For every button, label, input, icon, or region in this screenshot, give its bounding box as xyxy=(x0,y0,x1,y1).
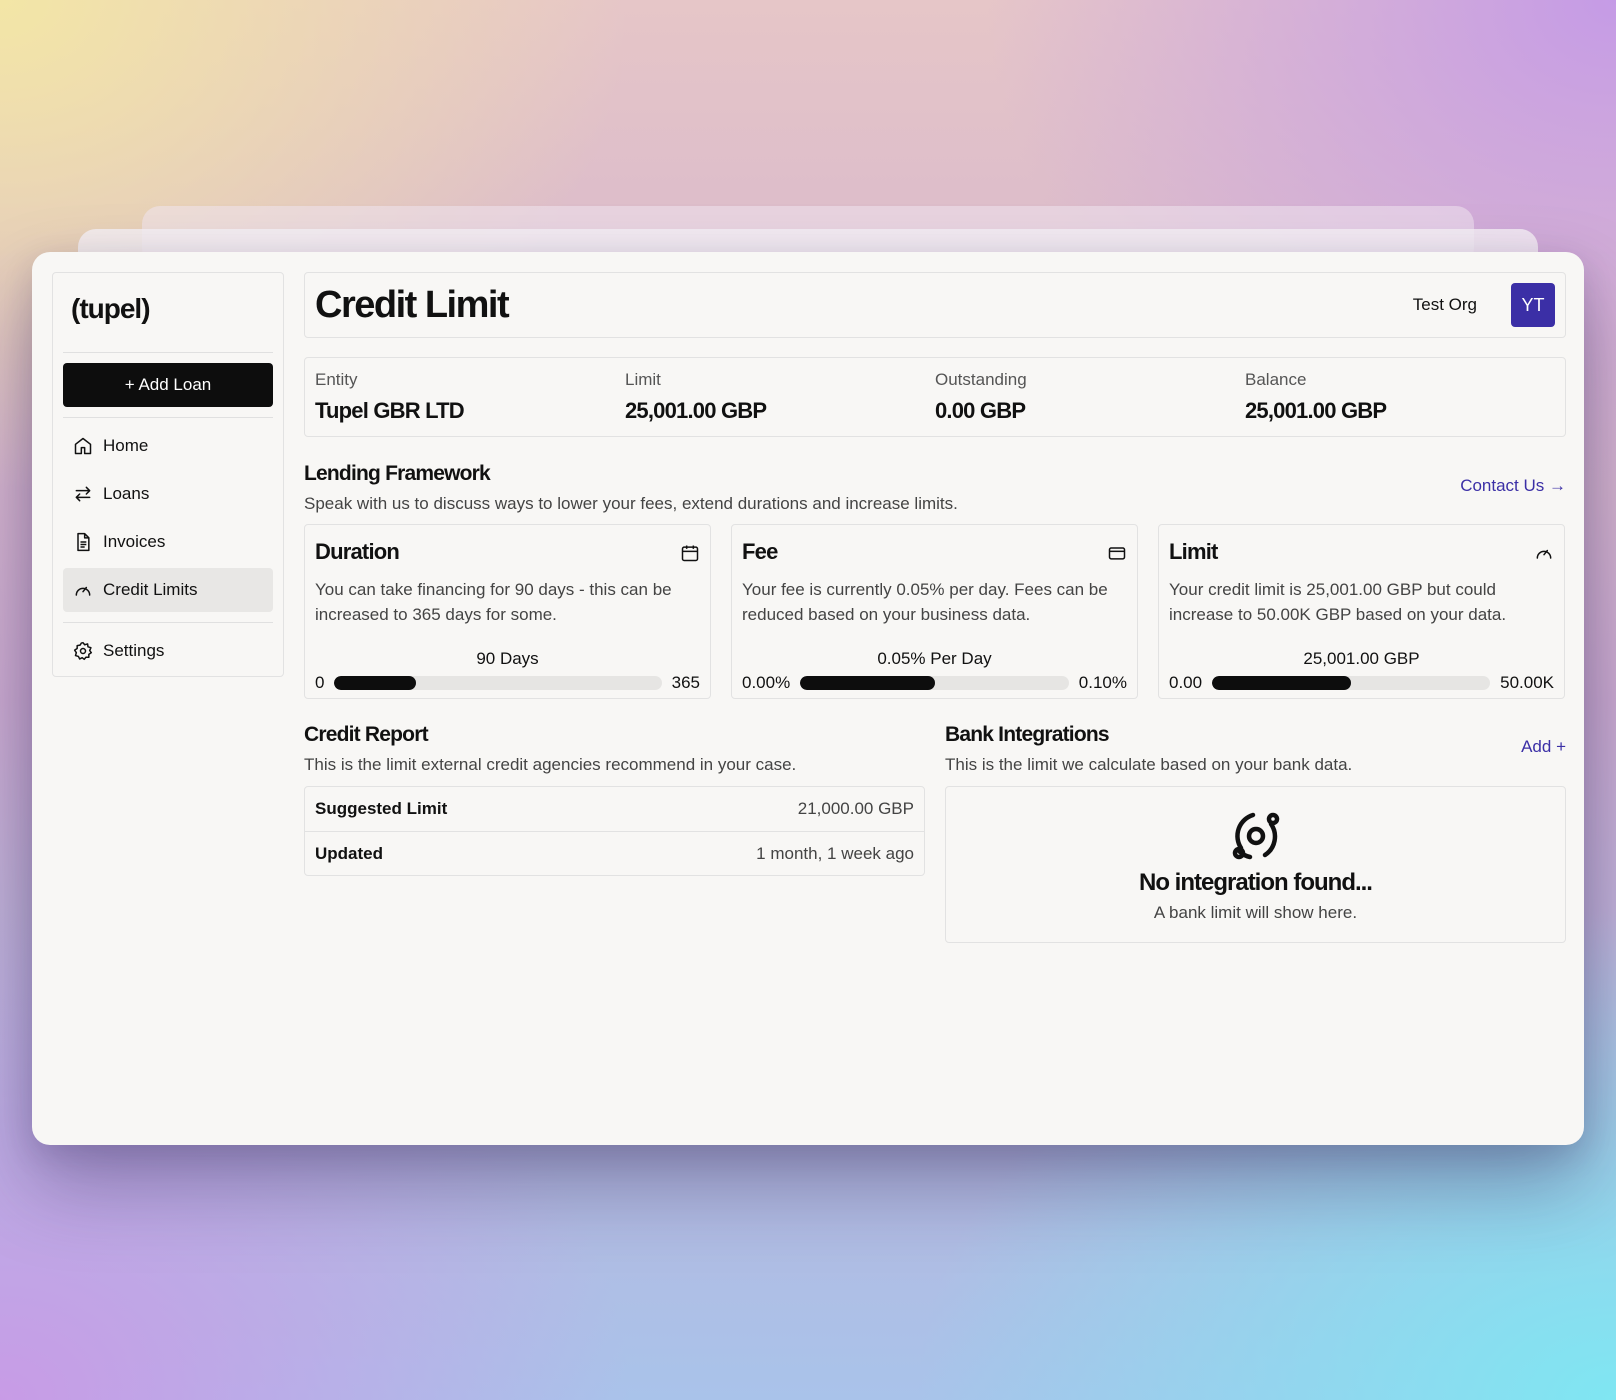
bank-integrations-empty: No integration found... A bank limit wil… xyxy=(945,786,1566,943)
stat-balance: Balance 25,001.00 GBP xyxy=(1245,370,1555,424)
progress-track xyxy=(1212,676,1491,690)
row-key: Suggested Limit xyxy=(315,799,448,818)
stat-label: Balance xyxy=(1245,370,1307,389)
bar-max: 50.00K xyxy=(1500,673,1554,692)
stat-entity: Entity Tupel GBR LTD xyxy=(315,370,625,424)
stat-label: Entity xyxy=(315,370,358,389)
bar-min: 0.00% xyxy=(742,673,791,692)
progress-track xyxy=(334,676,662,690)
progress-row: 0 365 xyxy=(315,673,700,693)
sidebar-item-invoices[interactable]: Invoices xyxy=(63,520,273,564)
card-description: Your credit limit is 25,001.00 GBP but c… xyxy=(1169,580,1507,624)
section-title: Credit Report xyxy=(304,723,429,746)
bar-min: 0 xyxy=(315,673,325,692)
progress-row: 0.00 50.00K xyxy=(1169,673,1554,693)
sidebar-divider xyxy=(63,417,273,418)
credit-report-table: Suggested Limit 21,000.00 GBP Updated 1 … xyxy=(304,786,925,876)
stat-label: Outstanding xyxy=(935,370,1027,389)
empty-state-subtitle: A bank limit will show here. xyxy=(1153,903,1358,922)
stat-label: Limit xyxy=(625,370,661,389)
card-title: Limit xyxy=(1169,539,1218,564)
add-loan-button[interactable]: + Add Loan xyxy=(63,363,273,407)
sidebar-item-label: Loans xyxy=(103,484,150,503)
progress-track xyxy=(800,676,1069,690)
progress-row: 0.00% 0.10% xyxy=(742,673,1127,693)
gear-icon xyxy=(73,641,93,661)
limit-card: Limit Your credit limit is 25,001.00 GBP… xyxy=(1158,524,1565,699)
sidebar-item-label: Home xyxy=(103,436,149,455)
fee-card: Fee Your fee is currently 0.05% per day.… xyxy=(731,524,1138,699)
bar-value-label: 90 Days xyxy=(476,649,539,668)
sidebar-item-credit-limits[interactable]: Credit Limits xyxy=(63,568,273,612)
sidebar-item-loans[interactable]: Loans xyxy=(63,472,273,516)
stat-limit: Limit 25,001.00 GBP xyxy=(625,370,935,424)
page-header: Credit Limit Test Org YT xyxy=(304,272,1566,338)
document-icon xyxy=(77,532,90,552)
org-name[interactable]: Test Org xyxy=(1413,295,1477,315)
table-row: Suggested Limit 21,000.00 GBP xyxy=(305,787,924,831)
gauge-icon xyxy=(75,586,91,596)
row-value: 21,000.00 GBP xyxy=(797,799,914,818)
lending-framework-header: Lending Framework Speak with us to discu… xyxy=(304,462,958,514)
orbit-icon xyxy=(1232,812,1279,860)
add-integration-link[interactable]: Add + xyxy=(1521,737,1566,757)
bar-max: 365 xyxy=(671,673,700,692)
stat-value: 25,001.00 GBP xyxy=(1245,398,1387,423)
sidebar-item-label: Credit Limits xyxy=(103,580,198,599)
progress-fill xyxy=(334,676,417,690)
home-icon xyxy=(74,437,92,455)
progress-fill xyxy=(800,676,935,690)
bar-max: 0.10% xyxy=(1078,673,1127,692)
duration-card: Duration You can take financing for 90 d… xyxy=(304,524,711,699)
stat-value: 25,001.00 GBP xyxy=(625,398,767,423)
sidebar-item-settings[interactable]: Settings xyxy=(63,629,273,673)
sidebar-item-label: Settings xyxy=(103,641,165,660)
sidebar: (tupel) + Add Loan Home Loans Invoices C… xyxy=(52,272,284,677)
summary-stats: Entity Tupel GBR LTD Limit 25,001.00 GBP… xyxy=(304,357,1566,437)
stat-outstanding: Outstanding 0.00 GBP xyxy=(935,370,1245,424)
empty-state-title: No integration found... xyxy=(1139,869,1373,896)
logo: (tupel) xyxy=(63,283,273,353)
bar-value-label: 0.05% Per Day xyxy=(877,649,992,668)
row-value: 1 month, 1 week ago xyxy=(756,843,914,863)
section-subtitle: Speak with us to discuss ways to lower y… xyxy=(304,494,958,513)
contact-us-link[interactable]: Contact Us → xyxy=(1460,476,1566,496)
credit-report-header: Credit Report This is the limit external… xyxy=(304,723,796,775)
calendar-icon xyxy=(681,545,699,562)
stat-value: Tupel GBR LTD xyxy=(315,398,465,423)
table-row: Updated 1 month, 1 week ago xyxy=(305,831,924,875)
avatar[interactable]: YT xyxy=(1511,283,1555,327)
section-title: Lending Framework xyxy=(304,462,491,485)
sidebar-item-home[interactable]: Home xyxy=(63,424,273,468)
card-description: Your fee is currently 0.05% per day. Fee… xyxy=(742,580,1108,624)
card-title: Duration xyxy=(315,539,400,564)
bank-integrations-header: Bank Integrations This is the limit we c… xyxy=(945,723,1352,775)
bar-value-label: 25,001.00 GBP xyxy=(1303,649,1420,668)
credit-card-icon xyxy=(1108,547,1126,560)
arrows-swap-icon xyxy=(75,486,91,502)
section-subtitle: This is the limit external credit agenci… xyxy=(304,755,797,774)
page-title: Credit Limit xyxy=(315,283,510,326)
stat-value: 0.00 GBP xyxy=(935,398,1026,423)
bar-min: 0.00 xyxy=(1169,673,1203,692)
progress-fill xyxy=(1212,676,1352,690)
gauge-icon xyxy=(1536,549,1552,559)
section-title: Bank Integrations xyxy=(945,723,1110,746)
section-subtitle: This is the limit we calculate based on … xyxy=(945,755,1353,774)
sidebar-item-label: Invoices xyxy=(103,532,166,551)
sidebar-divider xyxy=(63,622,273,623)
card-title: Fee xyxy=(742,539,778,564)
card-description: You can take financing for 90 days - thi… xyxy=(315,580,672,624)
row-key: Updated xyxy=(315,843,383,863)
